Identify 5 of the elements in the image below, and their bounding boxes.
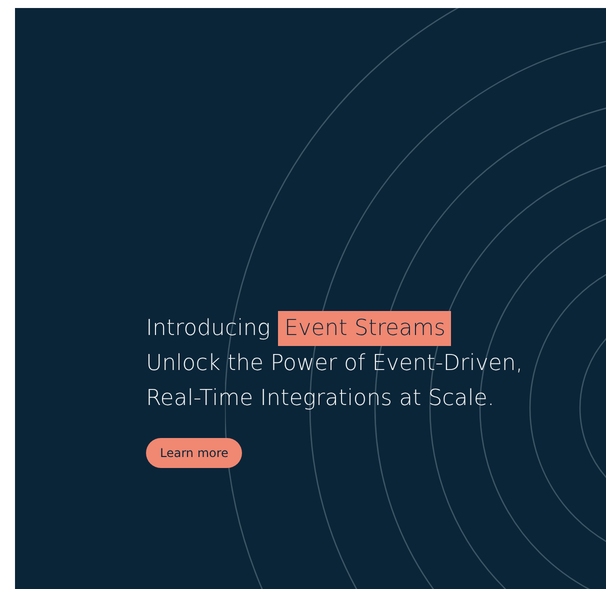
learn-more-button[interactable]: Learn more xyxy=(146,438,242,468)
headline-text: Introducing xyxy=(146,315,270,343)
highlighted-product-name: Event Streams xyxy=(278,311,452,346)
headline-text: Unlock the Power of Event-Driven, xyxy=(146,351,523,376)
headline-text: Real-Time Integrations at Scale. xyxy=(146,386,494,411)
